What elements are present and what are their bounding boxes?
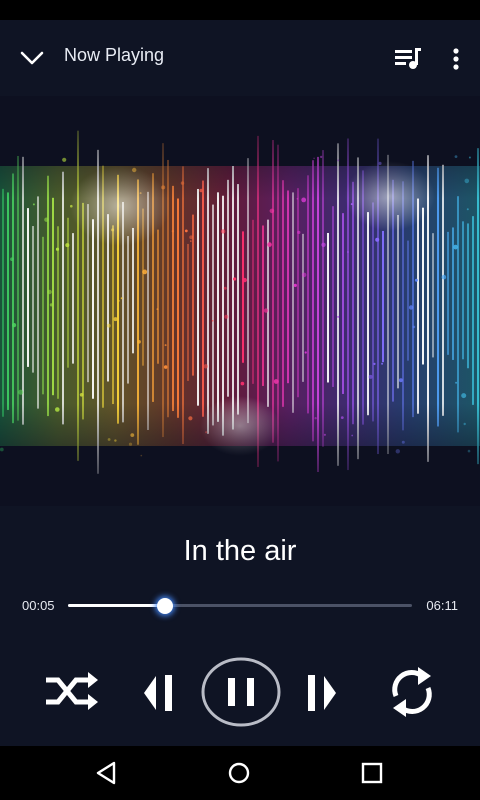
system-nav-bar (0, 746, 480, 800)
status-bar (0, 0, 480, 20)
queue-music-icon (395, 48, 421, 69)
repeat-button[interactable] (384, 664, 440, 720)
song-title: In the air (183, 535, 297, 567)
nav-recents-icon (361, 762, 383, 784)
seek-thumb[interactable] (157, 598, 174, 614)
pause-icon (201, 657, 281, 727)
nav-home-icon (228, 762, 250, 784)
queue-button[interactable] (392, 44, 424, 74)
nav-back-button[interactable] (92, 758, 122, 788)
previous-button[interactable] (140, 670, 182, 716)
more-vert-icon (453, 48, 459, 70)
shuffle-button[interactable] (42, 668, 102, 714)
spectrum-artwork (0, 96, 480, 506)
next-icon (308, 675, 336, 711)
nav-back-icon (96, 761, 116, 785)
next-button[interactable] (300, 670, 342, 716)
total-duration: 06:11 (426, 598, 458, 613)
nav-recents-button[interactable] (357, 758, 387, 788)
page-title: Now Playing (64, 45, 165, 65)
collapse-button[interactable] (14, 42, 50, 74)
pause-button[interactable] (200, 656, 282, 728)
seek-progress (68, 604, 166, 607)
album-art (0, 96, 480, 506)
chevron-down-icon (20, 51, 44, 65)
elapsed-time: 00:05 (22, 598, 55, 613)
more-options-button[interactable] (444, 42, 468, 76)
app-bar: Now Playing (0, 20, 480, 96)
repeat-icon (392, 667, 432, 717)
previous-icon (144, 675, 172, 711)
shuffle-icon (46, 672, 98, 710)
nav-home-button[interactable] (224, 758, 254, 788)
seek-bar[interactable] (68, 598, 412, 614)
